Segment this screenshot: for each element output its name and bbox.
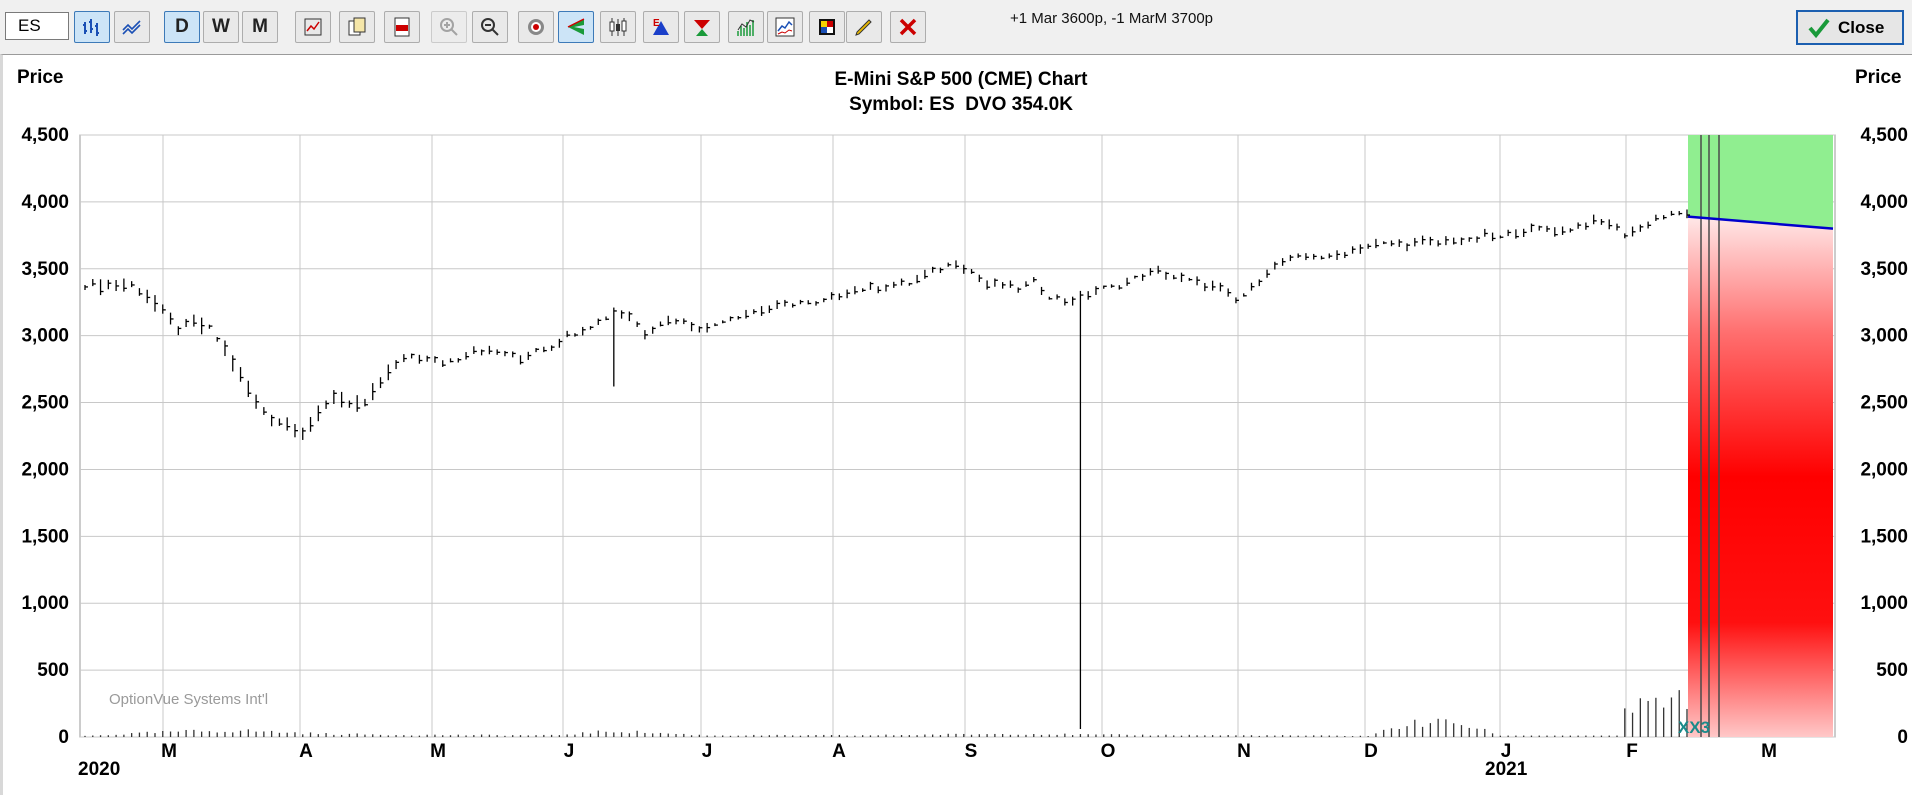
y-tick-label-right: 3,500	[1860, 259, 1908, 280]
y-tick-label-left: 0	[58, 727, 69, 748]
y-tick-label-left: 1,000	[21, 593, 69, 614]
export-pdf-button[interactable]	[384, 11, 420, 43]
x-month-label: J	[564, 741, 575, 762]
year-label: 2020	[78, 759, 120, 780]
y-tick-label-right: 1,000	[1860, 593, 1908, 614]
pencil-button[interactable]	[846, 11, 882, 43]
delete-button[interactable]	[890, 11, 926, 43]
close-button[interactable]: Close	[1796, 10, 1904, 45]
plot-frame	[79, 134, 1836, 738]
bar-chart-icon	[83, 19, 99, 36]
bars-icon	[737, 19, 755, 36]
palette-icon	[819, 19, 835, 35]
chart-title: E-Mini S&P 500 (CME) Chart	[834, 69, 1088, 90]
x-month-label: D	[1364, 741, 1378, 762]
forecast-zone	[1687, 135, 1834, 738]
line-chart-button[interactable]	[114, 11, 150, 43]
chart-subtitle: Symbol: ES DVO 354.0K	[849, 94, 1073, 115]
monthly-button[interactable]: M	[242, 11, 278, 43]
y-tick-label-right: 1,500	[1860, 526, 1908, 547]
delete-icon	[899, 18, 917, 36]
daily-button[interactable]: D	[164, 11, 200, 43]
y-tick-label-left: 2,000	[21, 459, 69, 480]
y-tick-label-right: 4,000	[1860, 192, 1908, 213]
expiration-marker: XX3	[1678, 718, 1710, 737]
grid	[80, 134, 1835, 738]
x-month-label: M	[161, 741, 177, 762]
earnings-button[interactable]: E	[643, 11, 679, 43]
dividend-button[interactable]	[684, 11, 720, 43]
weekly-button[interactable]: W	[203, 11, 239, 43]
candlestick-button[interactable]	[600, 11, 636, 43]
bar-chart-button[interactable]	[74, 11, 110, 43]
watermark: OptionVue Systems Int'l	[109, 691, 268, 708]
indicators-button[interactable]	[767, 11, 803, 43]
toolbar: ES D W M E +1 Mar 3600p, -1 MarM 3700p C…	[0, 0, 1912, 52]
y-tick-label-right: 0	[1897, 727, 1908, 748]
x-month-label: N	[1237, 741, 1251, 762]
x-month-label: A	[832, 741, 846, 762]
copy-icon	[348, 17, 366, 36]
price-axis-label-left: Price	[17, 67, 63, 88]
y-tick-label-left: 2,500	[21, 393, 69, 414]
earnings-icon: E	[653, 18, 669, 35]
checkmark-icon	[1808, 18, 1830, 38]
x-month-label: J	[702, 741, 713, 762]
volume-cone-icon	[567, 18, 585, 35]
target-icon	[528, 19, 544, 35]
y-tick-label-left: 4,000	[21, 192, 69, 213]
chart-settings-button[interactable]	[295, 11, 331, 43]
target-button[interactable]	[518, 11, 554, 43]
x-month-label: O	[1101, 741, 1116, 762]
daily-label: D	[175, 16, 189, 37]
x-month-label: M	[1761, 741, 1777, 762]
price-axis-label-right: Price	[1855, 67, 1901, 88]
zoom-out-button[interactable]	[472, 11, 508, 43]
y-tick-label-left: 3,000	[21, 326, 69, 347]
y-tick-label-right: 3,000	[1860, 326, 1908, 347]
volume-cone-button[interactable]	[558, 11, 594, 43]
monthly-label: M	[252, 16, 268, 37]
x-month-label: F	[1626, 741, 1638, 762]
line-chart-icon	[122, 20, 141, 35]
svg-text:E: E	[653, 18, 660, 29]
dividend-icon	[694, 20, 710, 36]
y-tick-label-right: 500	[1876, 660, 1908, 681]
chart-panel: Price Price E-Mini S&P 500 (CME) Chart S…	[0, 54, 1912, 795]
zoom-in-icon	[440, 18, 458, 36]
chart-settings-icon	[304, 18, 322, 36]
pencil-icon	[855, 19, 872, 36]
x-month-label: S	[965, 741, 978, 762]
symbol-input[interactable]: ES	[5, 12, 69, 40]
close-button-label: Close	[1838, 17, 1885, 37]
y-tick-label-left: 4,500	[21, 125, 69, 146]
y-tick-label-right: 2,500	[1860, 393, 1908, 414]
weekly-label: W	[212, 16, 230, 37]
x-month-label: A	[299, 741, 313, 762]
year-label: 2021	[1485, 759, 1528, 780]
zoom-out-icon	[481, 18, 499, 36]
copy-button[interactable]	[339, 11, 375, 43]
price-chart[interactable]: Price Price E-Mini S&P 500 (CME) Chart S…	[3, 55, 1912, 795]
candlestick-icon	[609, 18, 627, 36]
position-summary: +1 Mar 3600p, -1 MarM 3700p	[1010, 10, 1214, 27]
y-tick-label-left: 1,500	[21, 526, 69, 547]
bars-button[interactable]	[728, 11, 764, 43]
volume-bars	[84, 690, 1688, 737]
indicators-icon	[775, 17, 795, 37]
y-tick-label-left: 500	[37, 660, 69, 681]
y-tick-label-left: 3,500	[21, 259, 69, 280]
y-tick-label-right: 2,000	[1860, 459, 1908, 480]
zoom-in-button[interactable]	[431, 11, 467, 43]
x-month-label: M	[430, 741, 446, 762]
export-pdf-icon	[394, 17, 410, 37]
y-tick-label-right: 4,500	[1860, 125, 1908, 146]
palette-button[interactable]	[809, 11, 845, 43]
